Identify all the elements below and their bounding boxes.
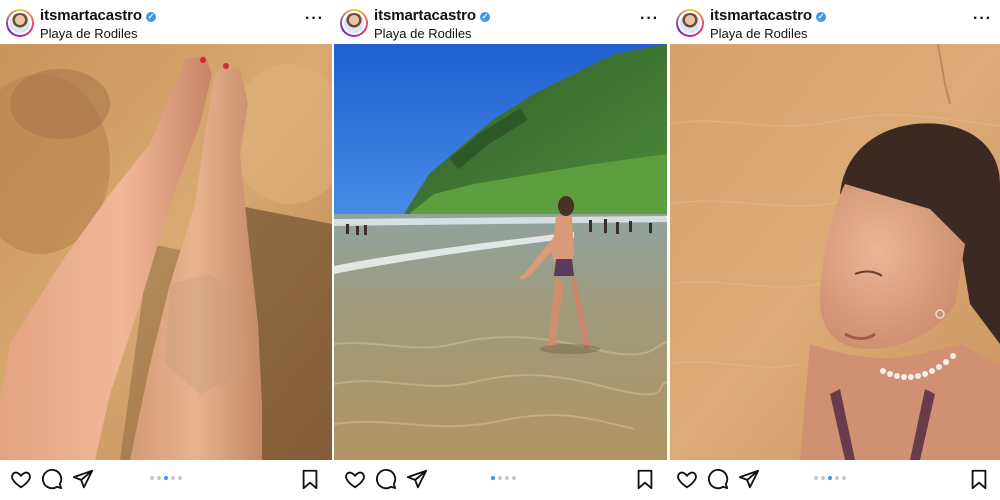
post-header: itsmartacastro ✓ Playa de Rodiles ··· — [0, 0, 332, 44]
carousel-indicator — [150, 476, 182, 480]
username-text: itsmartacastro — [40, 7, 142, 24]
post-card: itsmartacastro ✓ Playa de Rodiles ··· — [0, 0, 332, 500]
comment-icon[interactable] — [707, 468, 729, 490]
username-link[interactable]: itsmartacastro ✓ — [710, 7, 826, 24]
carousel-dot — [842, 476, 846, 480]
carousel-dot — [821, 476, 825, 480]
heart-icon[interactable] — [676, 468, 698, 490]
carousel-dot-active — [491, 476, 495, 480]
post-card: itsmartacastro ✓ Playa de Rodiles ··· — [670, 0, 1000, 500]
verified-badge-icon: ✓ — [479, 12, 490, 22]
carousel-dot — [178, 476, 182, 480]
heart-icon[interactable] — [344, 468, 366, 490]
comment-icon[interactable] — [375, 468, 397, 490]
carousel-indicator — [491, 476, 516, 480]
post-header: itsmartacastro ✓ Playa de Rodiles ··· — [334, 0, 667, 44]
bookmark-icon[interactable] — [968, 468, 990, 490]
carousel-dot — [171, 476, 175, 480]
location-link[interactable]: Playa de Rodiles — [40, 26, 138, 41]
send-icon[interactable] — [72, 468, 94, 490]
username-text: itsmartacastro — [710, 7, 812, 24]
bookmark-icon[interactable] — [634, 468, 656, 490]
post-actions — [334, 462, 667, 496]
send-icon[interactable] — [738, 468, 760, 490]
post-photo[interactable] — [0, 44, 332, 460]
carousel-dot — [814, 476, 818, 480]
post-photo[interactable] — [334, 44, 667, 460]
verified-badge-icon: ✓ — [145, 12, 156, 22]
username-link[interactable]: itsmartacastro ✓ — [40, 7, 156, 24]
more-options-icon[interactable]: ··· — [640, 10, 659, 28]
avatar[interactable] — [676, 9, 704, 37]
comment-icon[interactable] — [41, 468, 63, 490]
location-link[interactable]: Playa de Rodiles — [710, 26, 808, 41]
heart-icon[interactable] — [10, 468, 32, 490]
post-actions — [0, 462, 332, 496]
avatar[interactable] — [6, 9, 34, 37]
carousel-dot-active — [164, 476, 168, 480]
post-actions — [670, 462, 1000, 496]
carousel-dot — [157, 476, 161, 480]
carousel-dot — [835, 476, 839, 480]
carousel-dot — [512, 476, 516, 480]
send-icon[interactable] — [406, 468, 428, 490]
post-photo[interactable] — [670, 44, 1000, 460]
location-link[interactable]: Playa de Rodiles — [374, 26, 472, 41]
username-text: itsmartacastro — [374, 7, 476, 24]
carousel-dot-active — [828, 476, 832, 480]
post-card: itsmartacastro ✓ Playa de Rodiles ··· — [334, 0, 667, 500]
carousel-indicator — [814, 476, 846, 480]
carousel-dot — [505, 476, 509, 480]
avatar[interactable] — [340, 9, 368, 37]
post-header: itsmartacastro ✓ Playa de Rodiles ··· — [670, 0, 1000, 44]
username-link[interactable]: itsmartacastro ✓ — [374, 7, 490, 24]
verified-badge-icon: ✓ — [815, 12, 826, 22]
more-options-icon[interactable]: ··· — [305, 10, 324, 28]
more-options-icon[interactable]: ··· — [973, 10, 992, 28]
carousel-dot — [150, 476, 154, 480]
bookmark-icon[interactable] — [299, 468, 321, 490]
carousel-dot — [498, 476, 502, 480]
